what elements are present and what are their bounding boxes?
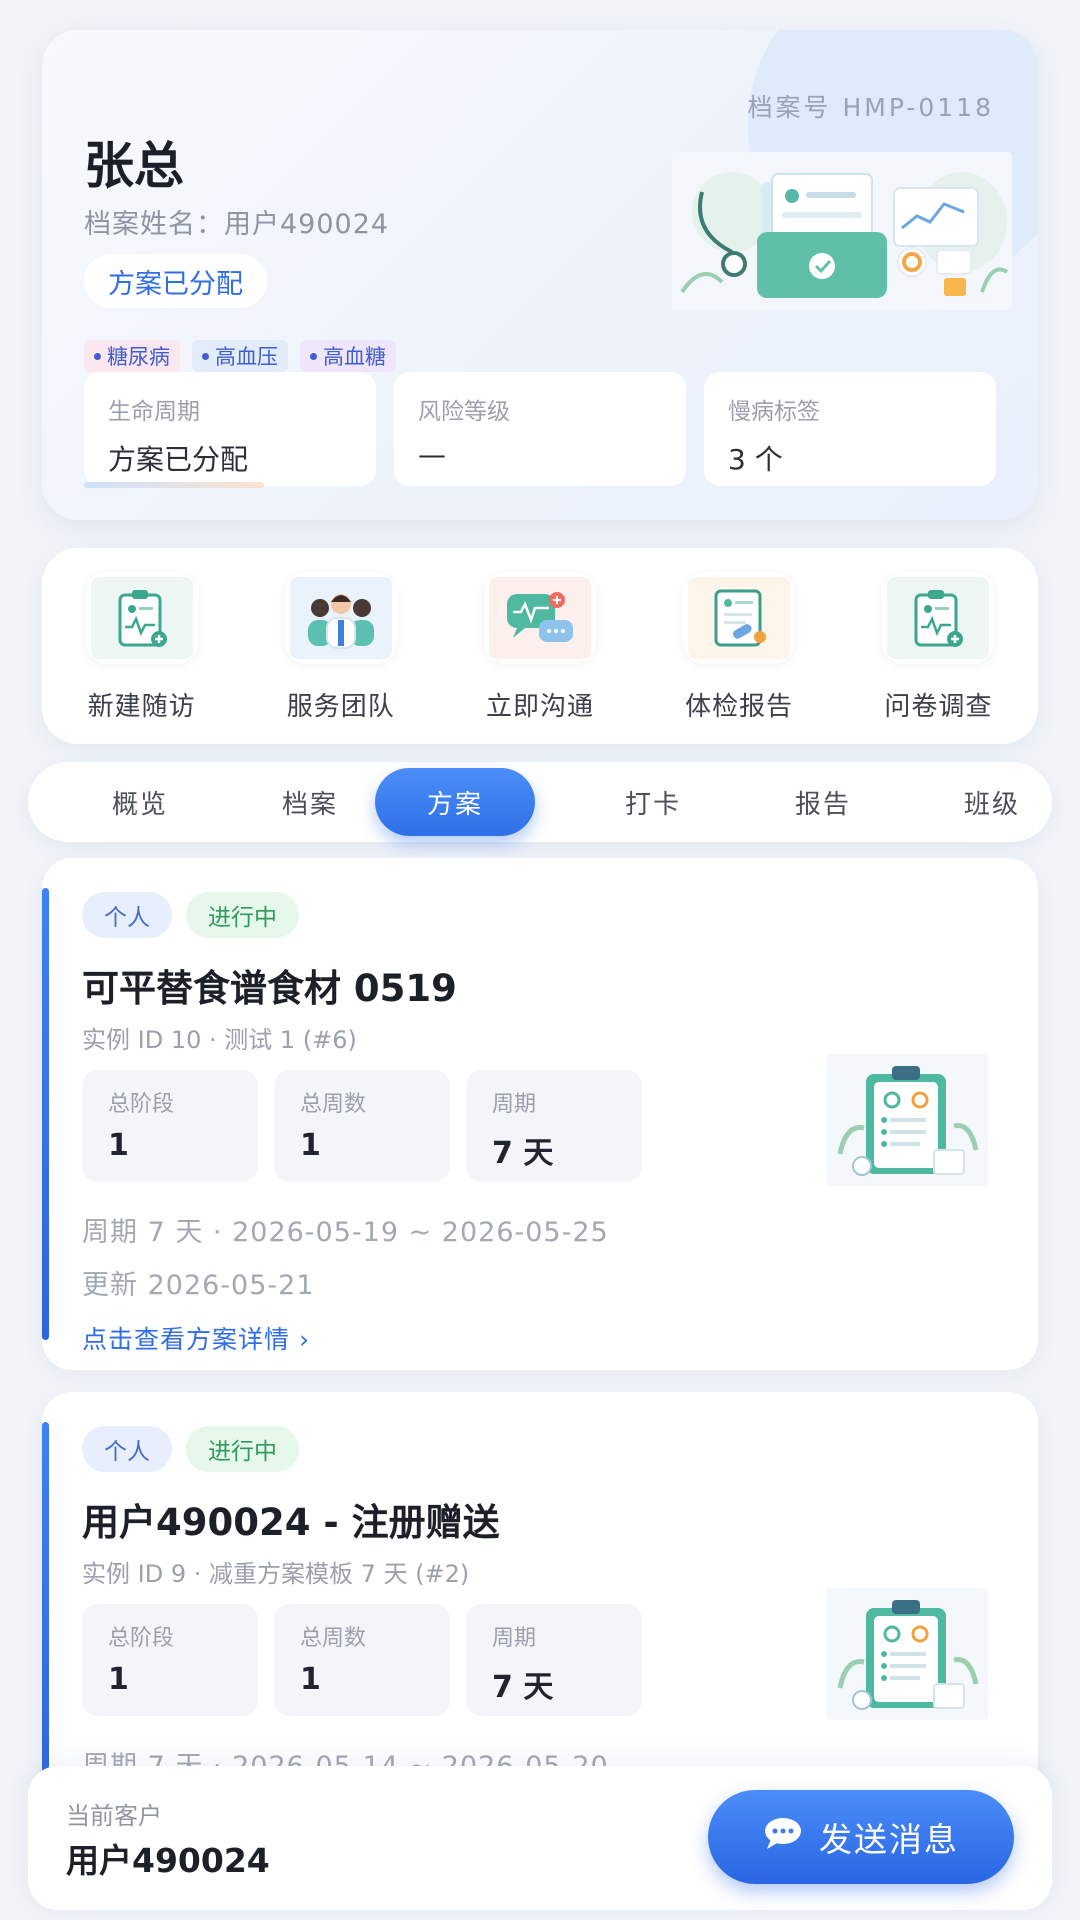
tab-report[interactable]: 报告 xyxy=(743,762,903,842)
disease-tag: 高血压 xyxy=(192,340,288,372)
tab-checkin[interactable]: 打卡 xyxy=(573,762,733,842)
stat-chronic-tags: 慢病标签 3 个 xyxy=(704,372,996,486)
tab-plan[interactable]: 方案 xyxy=(375,768,535,836)
plan-stat-label: 总周数 xyxy=(300,1626,367,1651)
disease-tag: 高血糖 xyxy=(300,340,396,372)
plan-stat-cycle: 周期 7 天 xyxy=(466,1070,642,1182)
action-survey[interactable]: 问卷调查 xyxy=(853,572,1023,723)
action-new-followup[interactable]: 新建随访 xyxy=(57,572,227,723)
plan-updated-date: 更新 2026-05-21 xyxy=(82,1270,315,1301)
current-customer-name: 用户490024 xyxy=(66,1841,270,1880)
bottom-action-bar: 当前客户 用户490024 发送消息 xyxy=(28,1766,1052,1910)
plan-title: 用户490024 - 注册赠送 xyxy=(82,1501,500,1544)
action-label: 问卷调查 xyxy=(884,692,993,722)
plan-type-chip: 个人 xyxy=(82,892,172,938)
disease-tags: 糖尿病 高血压 高血糖 xyxy=(84,340,396,372)
stat-label: 生命周期 xyxy=(108,399,200,425)
profile-name: 张总 xyxy=(84,137,184,195)
survey-clipboard-icon xyxy=(882,572,995,664)
plan-card[interactable]: 个人 进行中 可平替食谱食材 0519 实例 ID 10 · 测试 1 (#6)… xyxy=(42,858,1038,1370)
stat-value: 3 个 xyxy=(728,443,783,476)
send-message-label: 发送消息 xyxy=(819,1820,959,1859)
plan-chips: 个人 进行中 xyxy=(82,892,299,938)
plan-instance: 实例 ID 9 · 减重方案模板 7 天 (#2) xyxy=(82,1560,470,1588)
plan-stat-stages: 总阶段 1 xyxy=(82,1070,258,1182)
tab-overview[interactable]: 概览 xyxy=(60,762,220,842)
plan-stat-label: 周期 xyxy=(492,1626,537,1651)
quick-actions: 新建随访 服务团队 立即沟通 体检报告 问卷调查 xyxy=(42,548,1038,744)
tab-bar: 概览 档案 方案 打卡 报告 班级 xyxy=(28,762,1052,842)
plan-stat-value: 1 xyxy=(300,1128,321,1163)
plan-clipboard-illustration xyxy=(826,1588,988,1720)
stat-label: 慢病标签 xyxy=(728,399,820,425)
plan-date-range: 周期 7 天 · 2026-05-19 ~ 2026-05-25 xyxy=(82,1217,609,1248)
chat-bubble-icon xyxy=(483,572,596,664)
plan-card-accent xyxy=(42,1422,49,1812)
action-label: 服务团队 xyxy=(286,692,395,722)
plan-stats: 总阶段 1 总周数 1 周期 7 天 xyxy=(82,1070,642,1182)
plan-stat-weeks: 总周数 1 xyxy=(274,1604,450,1716)
medical-report-icon xyxy=(683,572,796,664)
plan-stat-value: 7 天 xyxy=(492,1136,554,1171)
stat-value: — xyxy=(418,438,446,471)
stat-lifecycle: 生命周期 方案已分配 xyxy=(84,372,376,486)
send-message-button[interactable]: 发送消息 xyxy=(708,1790,1014,1884)
plan-clipboard-illustration xyxy=(826,1054,988,1186)
health-records-illustration xyxy=(672,152,1012,310)
tab-class[interactable]: 班级 xyxy=(912,762,1072,842)
plan-stat-weeks: 总周数 1 xyxy=(274,1070,450,1182)
plan-stats: 总阶段 1 总周数 1 周期 7 天 xyxy=(82,1604,642,1716)
lifecycle-progress-bar xyxy=(84,482,264,488)
action-medical-report[interactable]: 体检报告 xyxy=(654,572,824,723)
plan-stat-label: 周期 xyxy=(492,1092,537,1117)
action-label: 新建随访 xyxy=(87,692,196,722)
plan-stat-value: 1 xyxy=(108,1662,129,1697)
plan-title: 可平替食谱食材 0519 xyxy=(82,967,457,1010)
profile-card: 档案号 HMP-0118 张总 档案姓名：用户490024 方案已分配 糖尿病 … xyxy=(42,30,1038,520)
plan-status-pill: 方案已分配 xyxy=(84,254,267,308)
plan-details-link[interactable]: 点击查看方案详情 › xyxy=(82,1320,310,1356)
archive-name: 档案姓名：用户490024 xyxy=(84,209,390,240)
action-chat-now[interactable]: 立即沟通 xyxy=(455,572,625,723)
plan-chips: 个人 进行中 xyxy=(82,1426,299,1472)
plan-type-chip: 个人 xyxy=(82,1426,172,1472)
record-number: 档案号 HMP-0118 xyxy=(747,93,994,122)
profile-stats: 生命周期 方案已分配 风险等级 — 慢病标签 3 个 xyxy=(84,372,996,486)
plan-card[interactable]: 个人 进行中 用户490024 - 注册赠送 实例 ID 9 · 减重方案模板 … xyxy=(42,1392,1038,1812)
clipboard-health-icon xyxy=(85,572,198,664)
page: 档案号 HMP-0118 张总 档案姓名：用户490024 方案已分配 糖尿病 … xyxy=(0,0,1080,1920)
action-service-team[interactable]: 服务团队 xyxy=(256,572,426,723)
plan-stat-cycle: 周期 7 天 xyxy=(466,1604,642,1716)
chat-icon xyxy=(763,1815,803,1859)
stat-risk-level: 风险等级 — xyxy=(394,372,686,486)
plan-stat-value: 1 xyxy=(108,1128,129,1163)
plan-card-accent xyxy=(42,888,49,1340)
plan-instance: 实例 ID 10 · 测试 1 (#6) xyxy=(82,1026,357,1054)
plan-stat-label: 总阶段 xyxy=(108,1626,175,1651)
action-label: 体检报告 xyxy=(685,692,794,722)
plan-stat-label: 总阶段 xyxy=(108,1092,175,1117)
stat-label: 风险等级 xyxy=(418,399,510,425)
disease-tag: 糖尿病 xyxy=(84,340,180,372)
plan-stat-stages: 总阶段 1 xyxy=(82,1604,258,1716)
tab-archive[interactable]: 档案 xyxy=(230,762,390,842)
plan-status-chip: 进行中 xyxy=(186,892,299,938)
plan-stat-value: 7 天 xyxy=(492,1670,554,1705)
current-customer-label: 当前客户 xyxy=(66,1802,162,1830)
action-label: 立即沟通 xyxy=(485,692,594,722)
medical-team-icon xyxy=(284,572,397,664)
plan-status-chip: 进行中 xyxy=(186,1426,299,1472)
plan-stat-value: 1 xyxy=(300,1662,321,1697)
stat-value: 方案已分配 xyxy=(108,443,249,476)
plan-stat-label: 总周数 xyxy=(300,1092,367,1117)
